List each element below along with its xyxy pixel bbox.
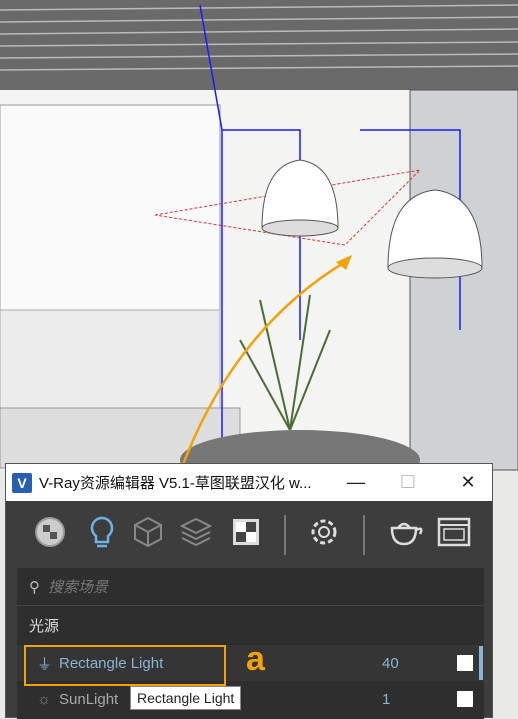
light-row-sunlight[interactable]: ☼ SunLight 1	[17, 681, 484, 717]
search-placeholder: 搜索场景	[48, 579, 109, 596]
title-bar[interactable]: V V-Ray资源编辑器 V5.1-草图联盟汉化 w... — ☐ ✕	[6, 464, 492, 501]
materials-icon[interactable]	[32, 514, 68, 550]
light-name: SunLight	[59, 690, 119, 708]
layers-icon[interactable]	[178, 514, 214, 550]
maximize-icon[interactable]: ☐	[388, 464, 428, 501]
textures-icon[interactable]	[228, 514, 264, 550]
minimize-icon[interactable]: —	[336, 464, 376, 501]
toolbar-separator	[284, 515, 286, 555]
sun-icon: ☼	[37, 690, 51, 708]
annotation-highlight-box	[24, 645, 226, 686]
light-intensity[interactable]: 40	[382, 655, 399, 672]
light-intensity[interactable]: 1	[382, 691, 390, 708]
scrollbar[interactable]	[479, 646, 483, 680]
search-input[interactable]: ⚲ 搜索场景	[17, 568, 484, 606]
lights-icon[interactable]	[84, 514, 120, 550]
window-frame	[409, 89, 518, 471]
settings-icon[interactable]	[306, 514, 342, 550]
light-enabled-checkbox[interactable]	[457, 655, 473, 671]
render-teapot-icon[interactable]	[384, 514, 426, 550]
geometry-icon[interactable]	[130, 514, 166, 550]
annotation-label: a	[246, 640, 265, 678]
close-icon[interactable]: ✕	[448, 464, 488, 501]
frame-buffer-icon[interactable]	[436, 514, 472, 550]
search-icon: ⚲	[29, 578, 40, 596]
toolbar-separator	[363, 515, 365, 555]
toolbar	[6, 501, 492, 567]
window-title: V-Ray资源编辑器 V5.1-草图联盟汉化 w...	[39, 475, 312, 492]
tooltip: Rectangle Light	[130, 686, 242, 710]
backsplash	[0, 309, 221, 411]
vray-logo-icon: V	[12, 472, 32, 493]
light-enabled-checkbox[interactable]	[457, 691, 473, 707]
